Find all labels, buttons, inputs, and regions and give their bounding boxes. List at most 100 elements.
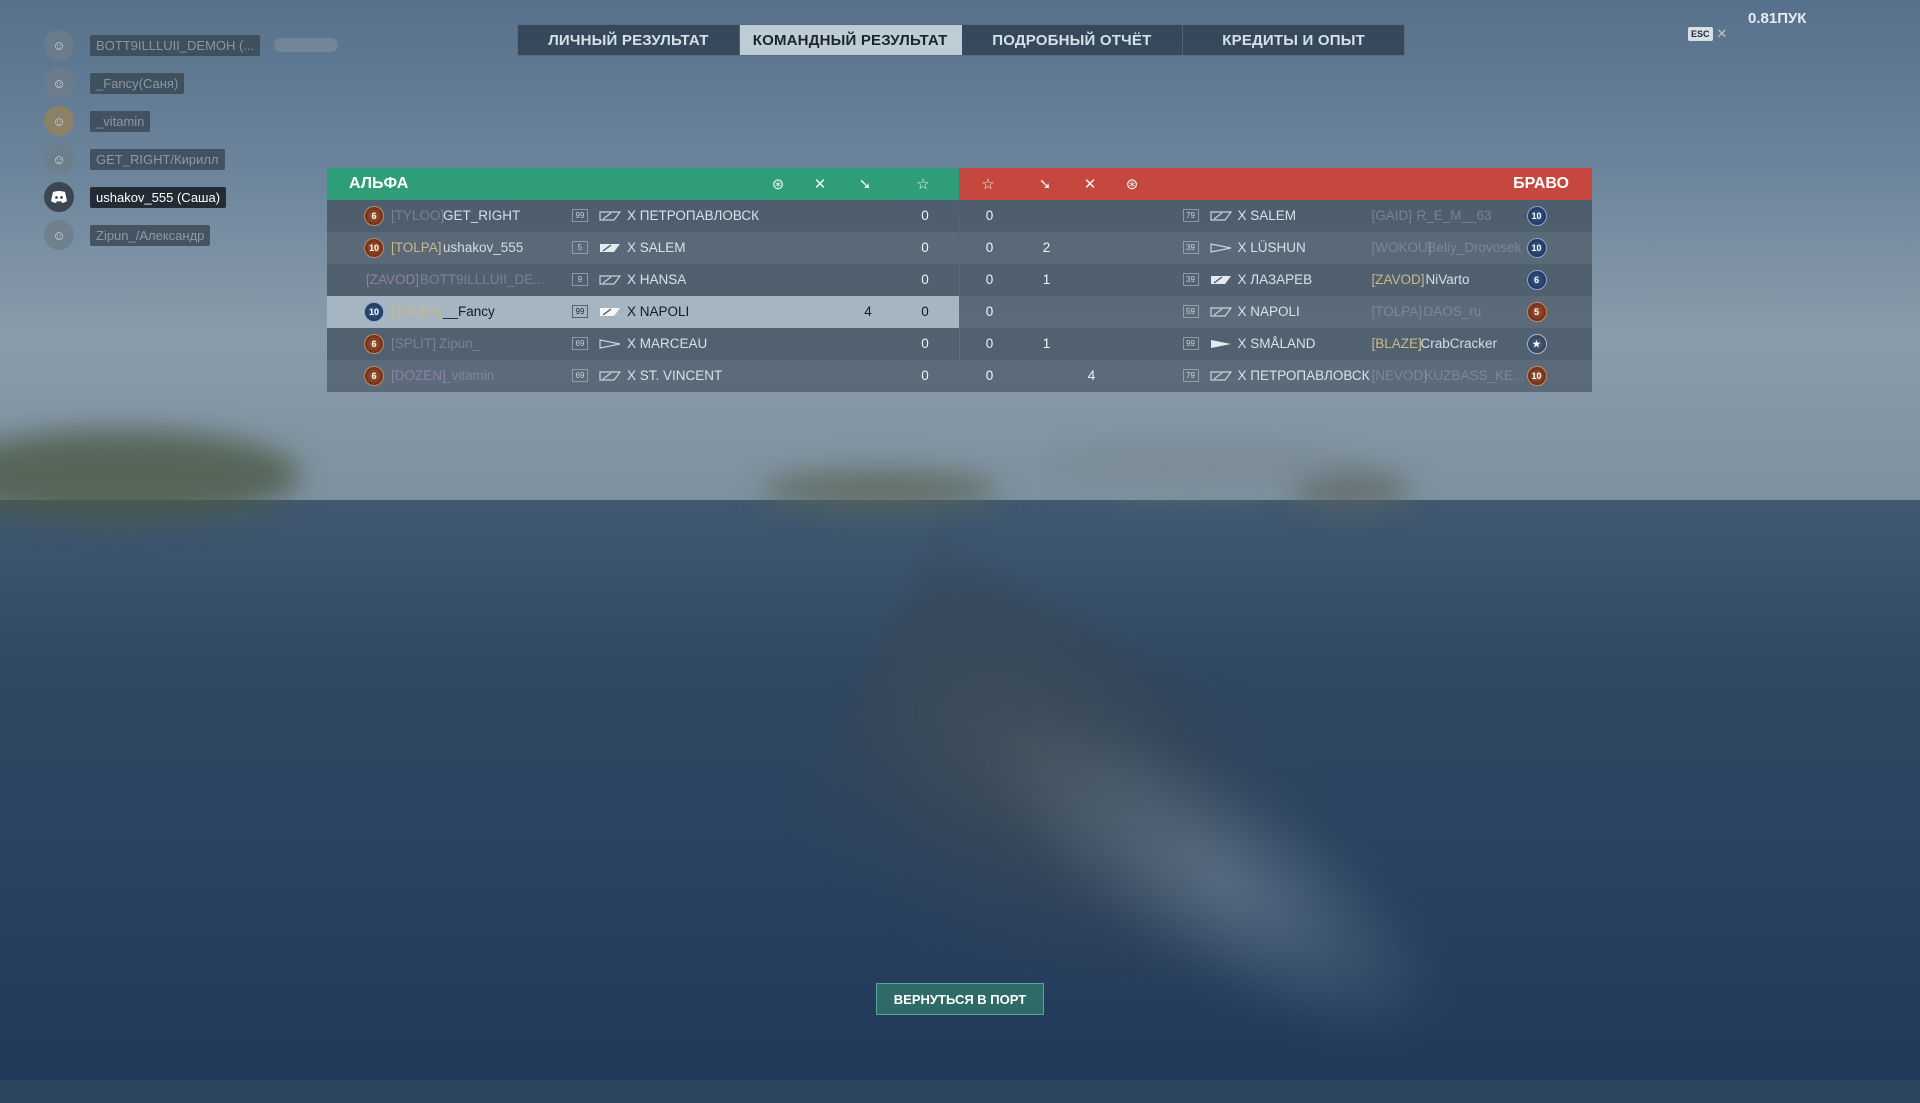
clan-tag: [BLAZE] (1371, 336, 1422, 351)
score-value: 0 (985, 368, 994, 383)
return-to-port-button[interactable]: ВЕРНУТЬСЯ В ПОРТ (876, 983, 1044, 1015)
service-level: 99 (572, 305, 588, 318)
tab-detailed-report[interactable]: ПОДРОБНЫЙ ОТЧЁТ (962, 25, 1184, 55)
tab-team-result[interactable]: КОМАНДНЫЙ РЕЗУЛЬТАТ (739, 25, 962, 55)
avatar: ☺ (44, 68, 74, 98)
voice-member: ☺ BOTT9ILLLUII_DEMOH (... (44, 26, 339, 64)
score-value: 0 (921, 272, 929, 287)
alpha-team-list: 6 [TYLOO] GET_RIGHT 99 X ПЕТРОПАВЛОВСК 0… (327, 200, 959, 392)
ship-class-icon (599, 339, 621, 349)
service-level: 69 (572, 369, 588, 382)
planes-icon: ➘ (1038, 176, 1052, 193)
voice-member-name: _vitamin (90, 110, 151, 132)
kills-icon: ✕ (813, 176, 827, 193)
voice-member-name: ushakov_555 (Саша) (90, 186, 227, 208)
score-value: 0 (921, 336, 929, 351)
clan-tag: [TOLPA] (391, 240, 442, 255)
voice-activity-bar (274, 38, 339, 52)
player-name: _vitamin (444, 368, 495, 383)
service-level: 39 (1182, 273, 1199, 286)
table-row[interactable]: 6 [TYLOO] GET_RIGHT 99 X ПЕТРОПАВЛОВСК 0 (327, 200, 959, 232)
avatar: ☺ (44, 220, 74, 250)
table-row-current-player[interactable]: 10 [TOLPA] __Fancy 99 X NAPOLI 4 0 (327, 296, 959, 328)
ship-class-icon (1210, 276, 1231, 284)
score-value: 0 (985, 240, 994, 255)
voice-member: ☺ Zipun_/Александр (44, 216, 338, 254)
planes-count: 1 (1042, 272, 1051, 287)
avatar: ☺ (44, 106, 74, 136)
planes-count: 4 (864, 304, 872, 319)
rank-badge-icon: 6 (364, 334, 384, 354)
ship-name: X MARCEAU (627, 336, 708, 351)
ship-name: X SALEM (1237, 208, 1297, 223)
tab-personal-result[interactable]: ЛИЧНЫЙ РЕЗУЛЬТАТ (518, 25, 740, 55)
service-level: 99 (572, 209, 588, 222)
player-name: KUZBASS_KE... (1424, 368, 1525, 383)
voice-member: ushakov_555 (Саша) (44, 178, 338, 216)
voice-member-name: GET_RIGHT/Кирилл (90, 148, 225, 170)
bravo-team-name: БРАВО (1513, 175, 1569, 192)
table-row[interactable]: 0 1 99 X SMÅLAND [BLAZE] CrabCracker ★ (959, 328, 1592, 360)
voice-member-name: _Fancy(Саня) (90, 72, 185, 94)
esc-key-icon: ESC (1688, 27, 1713, 41)
star-icon: ☆ (916, 176, 930, 193)
voice-member: ☺ GET_RIGHT/Кирилл (44, 140, 338, 178)
table-row[interactable]: [ZAVOD] BOTT9ILLLUII_DE... 9 X HANSA 0 (327, 264, 959, 296)
player-name: __Fancy (443, 304, 495, 319)
clan-tag: [GAID] (1371, 208, 1413, 223)
avatar: ☺ (44, 144, 74, 174)
voice-chat-list: ☺ BOTT9ILLLUII_DEMOH (... ☺ _Fancy(Саня)… (44, 26, 339, 254)
service-level: 9 (572, 273, 588, 286)
table-row[interactable]: 0 2 39 X LÜSHUN [WOKOU] Beliy_Drovosek 1… (959, 232, 1592, 264)
bravo-header: ☆ ➘ ✕ ⊛ БРАВО (959, 168, 1592, 200)
ship-name: X ЛАЗАРЕВ (1237, 272, 1313, 287)
damage-icon: ⊛ (1125, 176, 1139, 193)
hills-far (1040, 440, 1340, 490)
close-button[interactable]: ESC ✕ (1688, 26, 1727, 42)
ship-class-icon (1209, 243, 1231, 253)
table-row[interactable]: 6 [SPLIT] Zipun_ 69 X MARCEAU 0 (327, 328, 959, 360)
ship-class-icon (600, 244, 620, 252)
rank-badge-icon: 10 (364, 302, 384, 322)
rank-badge-icon: 6 (364, 206, 384, 226)
ship-name: X ПЕТРОПАВЛОВСК (627, 208, 760, 223)
table-row[interactable]: 0 79 X SALEM [GAID] R_E_M__63 10 (959, 200, 1592, 232)
scoreboard-header: АЛЬФА ⊛ ✕ ➘ ☆ ☆ ➘ ✕ ⊛ БРАВО (327, 168, 1592, 200)
score-value: 0 (985, 304, 994, 319)
planes-count: 2 (1042, 240, 1051, 255)
ship-class-icon (1210, 340, 1231, 348)
island-center (760, 470, 1000, 510)
score-value: 0 (921, 208, 929, 223)
player-name: Beliy_Drovosek (1427, 240, 1522, 255)
ship-class-icon (1209, 307, 1232, 317)
ship-class-icon (1209, 371, 1232, 381)
table-row[interactable]: 6 [DOZEN] _vitamin 69 X ST. VINCENT 0 (327, 360, 959, 392)
player-name: BOTT9ILLLUII_DE... (420, 272, 545, 287)
service-level: 39 (1182, 241, 1199, 254)
ship-class-icon (599, 211, 621, 221)
table-row[interactable]: 0 4 79 X ПЕТРОПАВЛОВСК [NEVOD] KUZBASS_K… (959, 360, 1592, 392)
ship-name: X SALEM (627, 240, 686, 255)
voice-member: ☺ _Fancy(Саня) (44, 64, 338, 102)
avatar: ☺ (44, 30, 74, 60)
results-tabs: ЛИЧНЫЙ РЕЗУЛЬТАТ КОМАНДНЫЙ РЕЗУЛЬТАТ ПОД… (517, 24, 1405, 56)
rank-badge-icon: 10 (1526, 238, 1547, 258)
score-value: 0 (921, 240, 929, 255)
table-row[interactable]: 0 59 X NAPOLI [TOLPA] DAOS_ru 5 (959, 296, 1592, 328)
player-name: GET_RIGHT (443, 208, 521, 223)
ship-class-icon (599, 371, 621, 381)
kills-icon: ✕ (1083, 176, 1097, 193)
service-level: 99 (1182, 337, 1199, 350)
ship-name: X LÜSHUN (1237, 240, 1306, 255)
tab-credits-xp[interactable]: КРЕДИТЫ И ОПЫТ (1183, 25, 1404, 55)
rank-badge-icon: 6 (364, 366, 384, 386)
star-icon: ☆ (981, 176, 995, 193)
ship-class-icon (599, 275, 621, 285)
ship-name: X SMÅLAND (1237, 336, 1316, 351)
score-value: 0 (985, 336, 994, 351)
table-row[interactable]: 10 [TOLPA] ushakov_555 5 X SALEM 0 (327, 232, 959, 264)
scoreboard-rows: 6 [TYLOO] GET_RIGHT 99 X ПЕТРОПАВЛОВСК 0… (327, 200, 1592, 392)
table-row[interactable]: 0 1 39 X ЛАЗАРЕВ [ZAVOD] NiVarto 6 (959, 264, 1592, 296)
bravo-team-list: 0 79 X SALEM [GAID] R_E_M__63 10 0 2 39 … (958, 200, 1592, 392)
score-value: 0 (985, 272, 994, 287)
